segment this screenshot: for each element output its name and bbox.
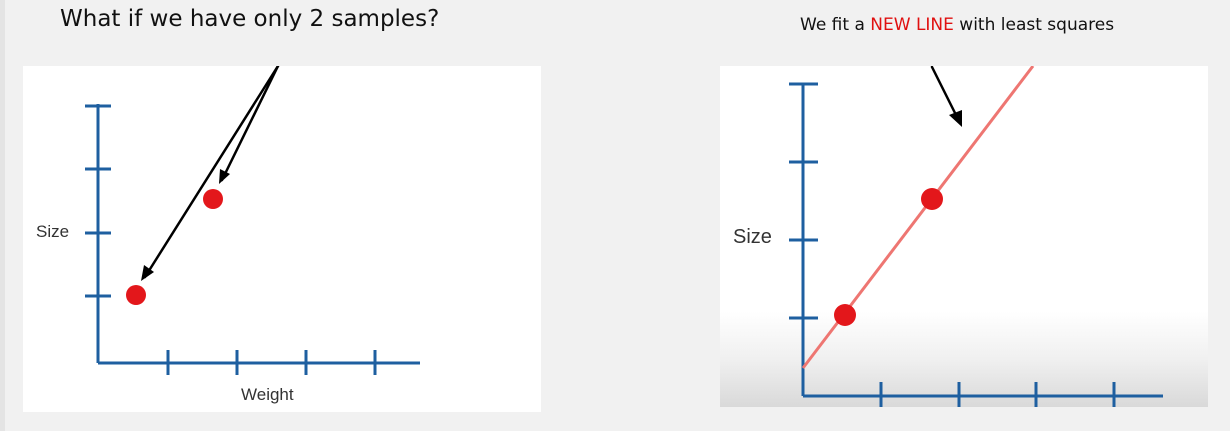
- title-suffix: with least squares: [953, 15, 1115, 35]
- window-edge: [0, 0, 5, 431]
- data-point-2: [203, 189, 223, 209]
- arrowhead-2: [219, 169, 230, 184]
- slide-title-left: What if we have only 2 samples?: [60, 6, 440, 32]
- left-plot: Size Weight: [36, 66, 420, 404]
- y-axis-label: Size: [733, 226, 772, 248]
- left-plot-panel: Size Weight: [23, 66, 541, 412]
- title-highlight: NEW LINE: [870, 15, 954, 35]
- arrowhead-line: [949, 110, 962, 127]
- y-axis-label: Size: [36, 222, 69, 241]
- right-plot-panel: Size: [720, 66, 1208, 407]
- slide-title-right: We fit a NEW LINE with least squares: [800, 15, 1114, 35]
- arrow-to-line: [930, 66, 960, 121]
- data-point-1: [834, 304, 856, 326]
- arrow-to-point-1: [143, 66, 280, 279]
- arrow-to-point-2: [220, 66, 280, 182]
- right-plot: Size: [733, 66, 1163, 407]
- title-prefix: We fit a: [800, 15, 871, 35]
- data-point-2: [921, 188, 943, 210]
- x-axis-label: Weight: [241, 385, 294, 404]
- data-point-1: [126, 285, 146, 305]
